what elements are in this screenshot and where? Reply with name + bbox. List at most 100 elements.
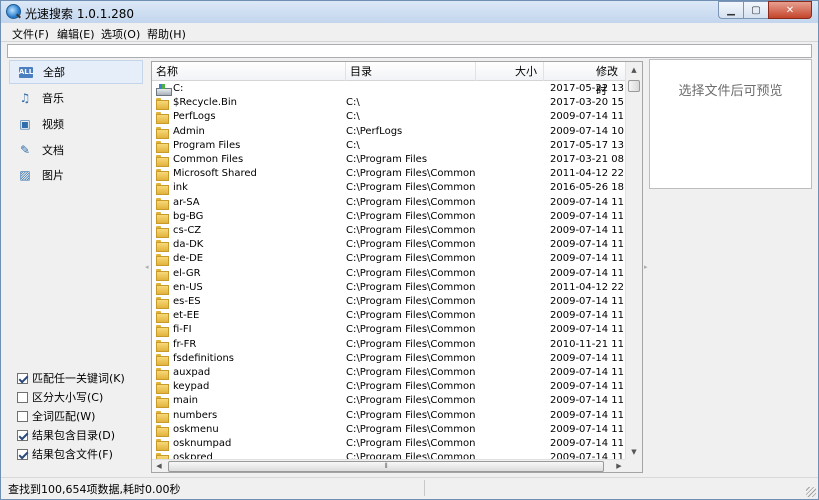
folder-icon xyxy=(156,353,169,366)
horizontal-scroll-thumb[interactable]: ⦀ xyxy=(168,461,604,472)
table-row[interactable]: PerfLogs C:\ 2009-07-14 11:20:0 xyxy=(152,110,626,125)
left-splitter-arrow[interactable]: ◂ xyxy=(145,263,150,273)
minimize-icon: ▁ xyxy=(727,4,735,16)
table-row[interactable]: Microsoft Shared C:\Program Files\Common … xyxy=(152,167,626,182)
cell-name-text: main xyxy=(173,395,198,407)
folder-icon xyxy=(156,282,169,295)
cell-name: Common Files xyxy=(156,153,344,167)
menu-help[interactable]: 帮助(H) xyxy=(147,26,186,42)
cell-dir xyxy=(346,82,476,96)
folder-icon xyxy=(156,183,169,196)
table-row[interactable]: Admin C:\PerfLogs 2009-07-14 10:35:3 xyxy=(152,125,626,139)
column-modified-header[interactable]: 修改时 xyxy=(544,62,626,97)
checkbox-checked[interactable] xyxy=(17,372,28,384)
option-include-dirs[interactable]: 结果包含目录(D) xyxy=(17,427,115,443)
category-picture[interactable]: ▨ 图片 xyxy=(9,163,143,187)
right-splitter-arrow[interactable]: ▸ xyxy=(644,263,649,273)
scroll-down-icon[interactable]: ▼ xyxy=(626,444,642,460)
checkbox-unchecked[interactable] xyxy=(17,391,28,403)
checkbox-unchecked[interactable] xyxy=(17,410,28,422)
category-label: 图片 xyxy=(42,169,64,182)
table-row[interactable]: oskmenu C:\Program Files\Common Fil... 200… xyxy=(152,423,626,437)
scroll-left-icon[interactable]: ◀ xyxy=(152,460,166,472)
table-row[interactable]: ar-SA C:\Program Files\Common Fil... 2009-… xyxy=(152,196,626,210)
option-match-any-keyword[interactable]: 匹配任一关键词(K) xyxy=(17,370,125,386)
column-name-header[interactable]: 名称 xyxy=(152,62,346,81)
cell-name: Admin xyxy=(156,125,344,139)
cell-size xyxy=(478,82,544,96)
cell-dir: C:\ xyxy=(346,111,360,123)
table-row[interactable]: osknumpad C:\Program Files\Common Fil... 2… xyxy=(152,437,626,451)
table-row[interactable]: fr-FR C:\Program Files\Common Fil... 2010-… xyxy=(152,338,626,352)
cell-name: ar-SA xyxy=(156,196,344,210)
cell-dir: C:\PerfLogs xyxy=(346,125,403,137)
option-label: 区分大小写(C) xyxy=(32,391,104,404)
checkbox-checked[interactable] xyxy=(17,429,28,441)
table-row[interactable]: en-US C:\Program Files\Common Fil... 2011-… xyxy=(152,281,626,295)
table-row[interactable]: el-GR C:\Program Files\Common Fil... 2009-… xyxy=(152,267,626,281)
option-include-files[interactable]: 结果包含文件(F) xyxy=(17,446,113,462)
table-row[interactable]: fi-FI C:\Program Files\Common Fil... 2009-… xyxy=(152,323,626,338)
cell-size xyxy=(478,210,544,224)
scroll-right-icon[interactable]: ▶ xyxy=(612,460,626,472)
document-icon: ✎ xyxy=(19,143,31,157)
status-divider xyxy=(424,480,425,496)
folder-icon xyxy=(156,410,169,423)
menu-options[interactable]: 选项(O) xyxy=(101,26,140,42)
table-row[interactable]: $Recycle.Bin C:\ 2017-03-20 15:22: xyxy=(152,96,626,111)
scroll-up-icon[interactable]: ▲ xyxy=(626,62,642,78)
table-row[interactable]: auxpad C:\Program Files\Common Fil... 2009… xyxy=(152,366,626,380)
table-row[interactable]: de-DE C:\Program Files\Common Fil... 2009-… xyxy=(152,252,626,267)
cell-name-text: numbers xyxy=(173,409,218,421)
table-row[interactable]: es-ES C:\Program Files\Common Fil... 2009-… xyxy=(152,295,626,309)
all-icon: ALL xyxy=(18,66,34,78)
table-row[interactable]: da-DK C:\Program Files\Common Fil... 2009-… xyxy=(152,238,626,253)
category-video[interactable]: ▣ 视频 xyxy=(9,112,143,136)
folder-icon xyxy=(156,424,169,437)
table-row[interactable]: keypad C:\Program Files\Common Fil... 2009… xyxy=(152,380,626,395)
folder-icon xyxy=(156,439,169,451)
folder-icon xyxy=(156,211,169,224)
close-button[interactable]: ✕ xyxy=(768,1,812,19)
cell-size xyxy=(478,380,544,394)
table-row[interactable]: C: 2017-05-22 13:42: xyxy=(152,82,626,96)
column-dir-header[interactable]: 目录 xyxy=(346,62,476,81)
table-row[interactable]: numbers C:\Program Files\Common Fil... 200… xyxy=(152,409,626,423)
category-music[interactable]: ♫ 音乐 xyxy=(9,86,143,110)
cell-date: 2017-03-21 08:49: xyxy=(550,154,626,165)
menu-edit[interactable]: 编辑(E) xyxy=(57,26,95,42)
option-whole-word[interactable]: 全词匹配(W) xyxy=(17,408,95,424)
table-row[interactable]: main C:\Program Files\Common Fil... 2009-0… xyxy=(152,394,626,409)
category-all[interactable]: ALL 全部 xyxy=(9,60,143,84)
table-row[interactable]: Common Files C:\Program Files 2017-03-21 0… xyxy=(152,153,626,167)
folder-icon xyxy=(156,297,169,309)
table-row[interactable]: ink C:\Program Files\Common Fil... 2016-05… xyxy=(152,181,626,196)
cell-date: 2009-07-14 11:20:0 xyxy=(550,423,626,435)
table-row[interactable]: Program Files C:\ 2017-05-17 13:42: xyxy=(152,139,626,153)
cell-date: 2010-11-21 11:31: xyxy=(550,338,626,350)
checkbox-checked[interactable] xyxy=(17,448,28,460)
cell-dir: C:\Program Files\Common Fil... xyxy=(346,423,476,435)
vertical-scrollbar[interactable]: ▲ ▼ xyxy=(625,62,642,460)
cell-size xyxy=(478,309,544,323)
title-bar[interactable]: 光速搜索 1.0.1.280 ▁ ▢ ✕ xyxy=(1,1,818,23)
resize-grip-icon[interactable] xyxy=(806,487,816,497)
table-row[interactable]: fsdefinitions C:\Program Files\Common Fil… xyxy=(152,352,626,366)
table-row[interactable]: et-EE C:\Program Files\Common Fil... 2009-… xyxy=(152,309,626,324)
cell-size xyxy=(478,394,544,408)
vertical-scroll-thumb[interactable] xyxy=(628,80,640,92)
maximize-button[interactable]: ▢ xyxy=(743,1,768,19)
table-row[interactable]: bg-BG C:\Program Files\Common Fil... 2009-… xyxy=(152,210,626,224)
app-window: 光速搜索 1.0.1.280 ▁ ▢ ✕ 文件(F) 编辑(E) 选项(O) 帮… xyxy=(0,0,819,500)
cell-size xyxy=(478,323,544,337)
minimize-button[interactable]: ▁ xyxy=(718,1,743,19)
option-case-sensitive[interactable]: 区分大小写(C) xyxy=(17,389,103,405)
table-row[interactable]: cs-CZ C:\Program Files\Common Fil... 2009-… xyxy=(152,224,626,238)
category-document[interactable]: ✎ 文档 xyxy=(9,138,143,162)
search-input[interactable] xyxy=(7,44,812,58)
cell-dir: C:\Program Files\Common Fil... xyxy=(346,182,476,194)
cell-date: 2009-07-14 11:20:0 xyxy=(550,352,626,364)
horizontal-scrollbar[interactable]: ◀ ⦀ ▶ xyxy=(152,459,626,472)
column-size-header[interactable]: 大小 xyxy=(476,62,544,81)
menu-file[interactable]: 文件(F) xyxy=(12,26,49,42)
